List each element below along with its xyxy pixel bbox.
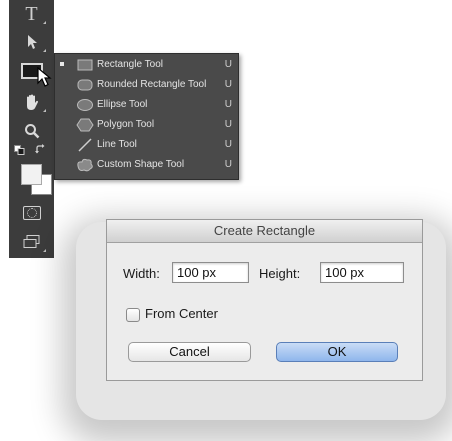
dialog-title: Create Rectangle	[107, 220, 422, 243]
quick-mask-button[interactable]	[9, 199, 54, 227]
menu-item-label: Line Tool	[97, 139, 137, 150]
menu-item-polygon-tool[interactable]: Polygon Tool U	[55, 115, 240, 135]
menu-item-label: Ellipse Tool	[97, 99, 148, 110]
hand-tool[interactable]	[9, 88, 54, 116]
color-swatches[interactable]	[21, 164, 52, 195]
menu-item-label: Polygon Tool	[97, 119, 155, 130]
default-colors-switch[interactable]	[9, 142, 54, 158]
quick-mask-icon	[22, 206, 41, 220]
shortcut-key: U	[224, 79, 232, 90]
ellipse-icon	[77, 99, 93, 111]
menu-item-label: Rounded Rectangle Tool	[97, 79, 207, 90]
screen-mode-button[interactable]	[9, 228, 54, 256]
tools-panel: T	[9, 0, 54, 258]
rounded-rectangle-icon	[77, 79, 93, 91]
magnifier-icon	[24, 124, 39, 139]
shortcut-key: U	[224, 59, 232, 70]
shortcut-key: U	[224, 159, 232, 170]
custom-shape-icon	[77, 158, 93, 172]
default-colors-icon	[14, 145, 25, 155]
menu-item-label: Custom Shape Tool	[97, 159, 185, 170]
rectangle-tool[interactable]	[9, 57, 54, 87]
polygon-icon	[76, 118, 94, 132]
screen-mode-icon	[23, 235, 39, 248]
menu-item-rectangle-tool[interactable]: Rectangle Tool U	[55, 55, 240, 75]
height-label: Height:	[259, 266, 301, 281]
menu-item-label: Rectangle Tool	[97, 59, 163, 70]
from-center-label[interactable]: From Center	[145, 306, 218, 321]
shape-tools-flyout: Rectangle Tool U Rounded Rectangle Tool …	[54, 53, 239, 180]
shortcut-key: U	[224, 139, 232, 150]
selected-bullet-icon	[60, 62, 64, 66]
shortcut-key: U	[224, 99, 232, 110]
width-field[interactable]: 100 px	[172, 262, 249, 283]
line-icon	[78, 138, 92, 152]
rectangle-icon	[77, 59, 93, 71]
from-center-checkbox[interactable]	[126, 308, 140, 322]
type-icon: T	[25, 2, 38, 25]
width-label: Width:	[123, 266, 160, 281]
arrow-cursor-icon	[27, 35, 37, 49]
ok-button[interactable]: OK	[276, 342, 398, 362]
menu-item-ellipse-tool[interactable]: Ellipse Tool U	[55, 95, 240, 115]
shortcut-key: U	[224, 119, 232, 130]
path-selection-tool[interactable]	[9, 28, 54, 56]
create-rectangle-dialog: Create Rectangle Width: 100 px Height: 1…	[106, 219, 423, 381]
swap-colors-icon	[35, 144, 45, 154]
cancel-button[interactable]: Cancel	[128, 342, 251, 362]
menu-item-rounded-rectangle-tool[interactable]: Rounded Rectangle Tool U	[55, 75, 240, 95]
zoom-tool[interactable]	[9, 117, 54, 145]
height-field[interactable]: 100 px	[320, 262, 404, 283]
mouse-pointer-icon	[37, 67, 52, 87]
type-tool[interactable]: T	[9, 0, 54, 28]
hand-icon	[26, 94, 38, 110]
menu-item-custom-shape-tool[interactable]: Custom Shape Tool U	[55, 155, 240, 175]
foreground-color-swatch[interactable]	[21, 164, 42, 185]
menu-item-line-tool[interactable]: Line Tool U	[55, 135, 240, 155]
